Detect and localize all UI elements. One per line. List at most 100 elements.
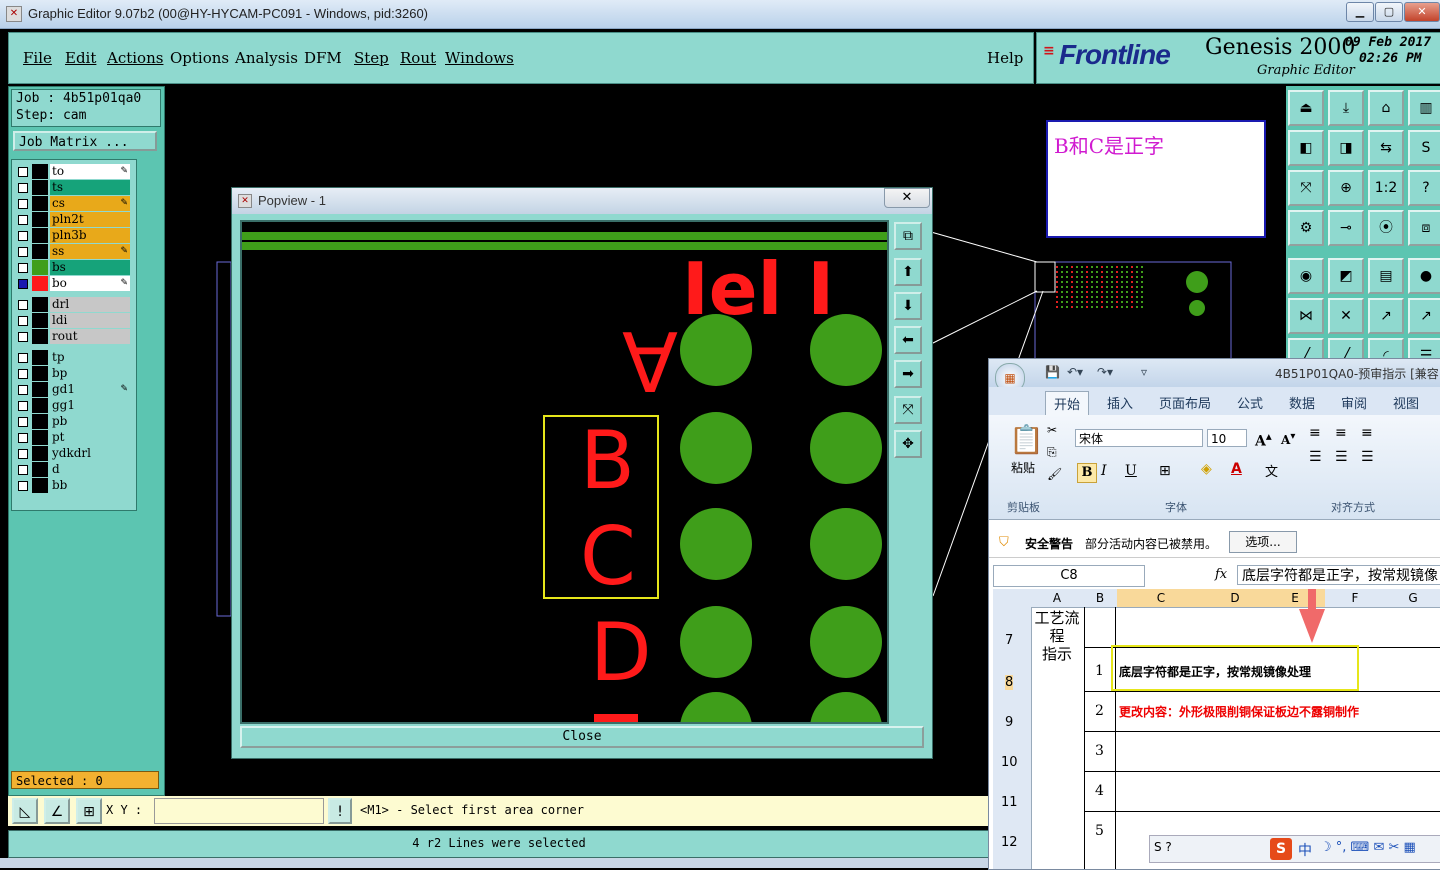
layer-color-swatch[interactable] — [32, 244, 48, 259]
fx-label[interactable]: fx — [1215, 567, 1227, 582]
layer-row-ts[interactable]: ts — [14, 180, 130, 195]
job-matrix-button[interactable]: Job Matrix ... — [13, 131, 157, 151]
layer-row-rout[interactable]: rout — [14, 329, 130, 344]
menu-analysis[interactable]: Analysis — [235, 49, 298, 67]
home-icon[interactable]: ⌂ — [1368, 90, 1404, 126]
layer-name[interactable]: to ✎ — [50, 164, 130, 179]
layer-color-swatch[interactable] — [32, 430, 48, 445]
pan-down-icon[interactable]: ⬇ — [894, 292, 922, 320]
ime-logo-icon[interactable]: S ? — [1154, 840, 1172, 854]
layer-name[interactable]: tp — [50, 350, 130, 365]
align-center-icon[interactable]: ☰ — [1335, 449, 1348, 465]
col-header-a[interactable]: A — [1031, 589, 1083, 607]
layer-color-swatch[interactable] — [32, 180, 48, 195]
xy-input[interactable] — [154, 798, 324, 824]
align-bottom-icon[interactable]: ≡ — [1361, 425, 1373, 441]
layer-name[interactable]: bs — [50, 260, 130, 275]
swap-icon[interactable]: ⇆ — [1368, 130, 1404, 166]
layer-row-bp[interactable]: bp — [14, 366, 130, 381]
grow-font-icon[interactable]: A▴ — [1255, 429, 1272, 450]
drill-icon[interactable]: ⦿ — [1368, 210, 1404, 246]
cell-b12[interactable]: 5 — [1095, 823, 1104, 839]
italic-button[interactable]: I — [1101, 463, 1107, 479]
layer-name[interactable]: ts — [50, 180, 130, 195]
options-button[interactable]: 选项... — [1229, 531, 1297, 553]
align-right-icon[interactable]: ☰ — [1361, 449, 1374, 465]
layer-checkbox[interactable] — [18, 300, 28, 310]
layer-color-swatch[interactable] — [32, 398, 48, 413]
redo-icon[interactable]: ↷▾ — [1097, 365, 1113, 379]
tab-formulas[interactable]: 公式 — [1237, 393, 1263, 412]
layer-color-swatch[interactable] — [32, 260, 48, 275]
layer-checkbox[interactable] — [18, 369, 28, 379]
grid-icon[interactable]: ⊞ — [76, 798, 102, 824]
cell-b11[interactable]: 4 — [1095, 783, 1104, 799]
layer-row-to[interactable]: to ✎ — [14, 164, 130, 179]
cell-c8[interactable]: 底层字符都是正字，按常规镜像处理 — [1119, 663, 1311, 680]
layer-row-ydkdrl[interactable]: ydkdrl — [14, 446, 130, 461]
layer-row-gg1[interactable]: gg1 — [14, 398, 130, 413]
layer-checkbox[interactable] — [18, 167, 28, 177]
layer-checkbox[interactable] — [18, 481, 28, 491]
tab-home[interactable]: 开始 — [1045, 391, 1090, 415]
layer-name[interactable]: gg1 — [50, 398, 130, 413]
layer-checkbox[interactable] — [18, 433, 28, 443]
ime-mode[interactable]: 中 — [1298, 840, 1312, 860]
layer-row-cs[interactable]: cs ✎ — [14, 196, 130, 211]
font-size-select[interactable]: 10 — [1207, 429, 1247, 447]
layer-row-ldi[interactable]: ldi — [14, 313, 130, 328]
copy-icon[interactable]: ⎘ — [1047, 445, 1057, 460]
layer-checkbox[interactable] — [18, 385, 28, 395]
tab-review[interactable]: 审阅 — [1341, 393, 1367, 412]
layer-name[interactable]: rout — [50, 329, 130, 344]
export-icon[interactable]: ⏏ — [1288, 90, 1324, 126]
qat-dropdown-icon[interactable]: ▿ — [1141, 365, 1147, 379]
cell-b8[interactable]: 1 — [1095, 663, 1104, 679]
layer-row-ss[interactable]: ss ✎ — [14, 244, 130, 259]
col-header-d[interactable]: D — [1205, 589, 1265, 607]
layer-checkbox[interactable] — [18, 332, 28, 342]
layer-checkbox[interactable] — [18, 231, 28, 241]
layer-color-swatch[interactable] — [32, 276, 48, 291]
font-name-select[interactable]: 宋体 — [1075, 429, 1203, 447]
menu-help[interactable]: Help — [987, 49, 1023, 67]
layer-name[interactable]: cs ✎ — [50, 196, 130, 211]
layer-name[interactable]: bo ✎ — [50, 276, 130, 291]
pan-right-icon[interactable]: ➡ — [894, 360, 922, 388]
shrink-font-icon[interactable]: A▾ — [1281, 431, 1295, 447]
layer-row-pln3b[interactable]: pln3b — [14, 228, 130, 243]
layer-checkbox[interactable] — [18, 449, 28, 459]
layer-color-swatch[interactable] — [32, 212, 48, 227]
align-top-icon[interactable]: ≡ — [1309, 425, 1321, 441]
layer-row-gd1[interactable]: gd1 ✎ — [14, 382, 130, 397]
row-header-8[interactable]: 8 — [1005, 675, 1014, 690]
tab-insert[interactable]: 插入 — [1107, 393, 1133, 412]
save-icon[interactable]: 💾 — [1045, 365, 1060, 379]
layer-row-drl[interactable]: drl — [14, 297, 130, 312]
popview-close-icon[interactable]: ✕ — [884, 188, 930, 208]
undo-icon[interactable]: ↶▾ — [1067, 365, 1083, 379]
layer-name[interactable]: pln2t — [50, 212, 130, 227]
angle-icon[interactable]: ∠ — [44, 798, 70, 824]
menu-dfm[interactable]: DFM — [304, 49, 342, 67]
menu-step[interactable]: Step — [354, 49, 389, 67]
layer-checkbox[interactable] — [18, 417, 28, 427]
forward-icon[interactable]: ◨ — [1328, 130, 1364, 166]
arrow-icon[interactable]: ↗ — [1368, 298, 1404, 334]
layer-name[interactable]: ss ✎ — [50, 244, 130, 259]
cell-b10[interactable]: 3 — [1095, 743, 1104, 759]
tab-view[interactable]: 视图 — [1393, 393, 1419, 412]
camera-icon[interactable]: ◉ — [1288, 258, 1324, 294]
paste-icon[interactable]: 📋 — [1009, 423, 1044, 456]
alert-icon[interactable]: ! — [328, 798, 352, 824]
col-header-b[interactable]: B — [1085, 589, 1115, 607]
layer-checkbox[interactable] — [18, 215, 28, 225]
minimize-button[interactable]: ▁ — [1346, 2, 1374, 22]
popview-canvas[interactable]: Iel I A B C D — [240, 220, 889, 724]
layer-name[interactable]: pln3b — [50, 228, 130, 243]
layer-color-swatch[interactable] — [32, 350, 48, 365]
pan-left-icon[interactable]: ⬅ — [894, 326, 922, 354]
layer-name[interactable]: bp — [50, 366, 130, 381]
close-window-button[interactable]: ✕ — [1404, 2, 1440, 22]
layer-row-tp[interactable]: tp — [14, 350, 130, 365]
